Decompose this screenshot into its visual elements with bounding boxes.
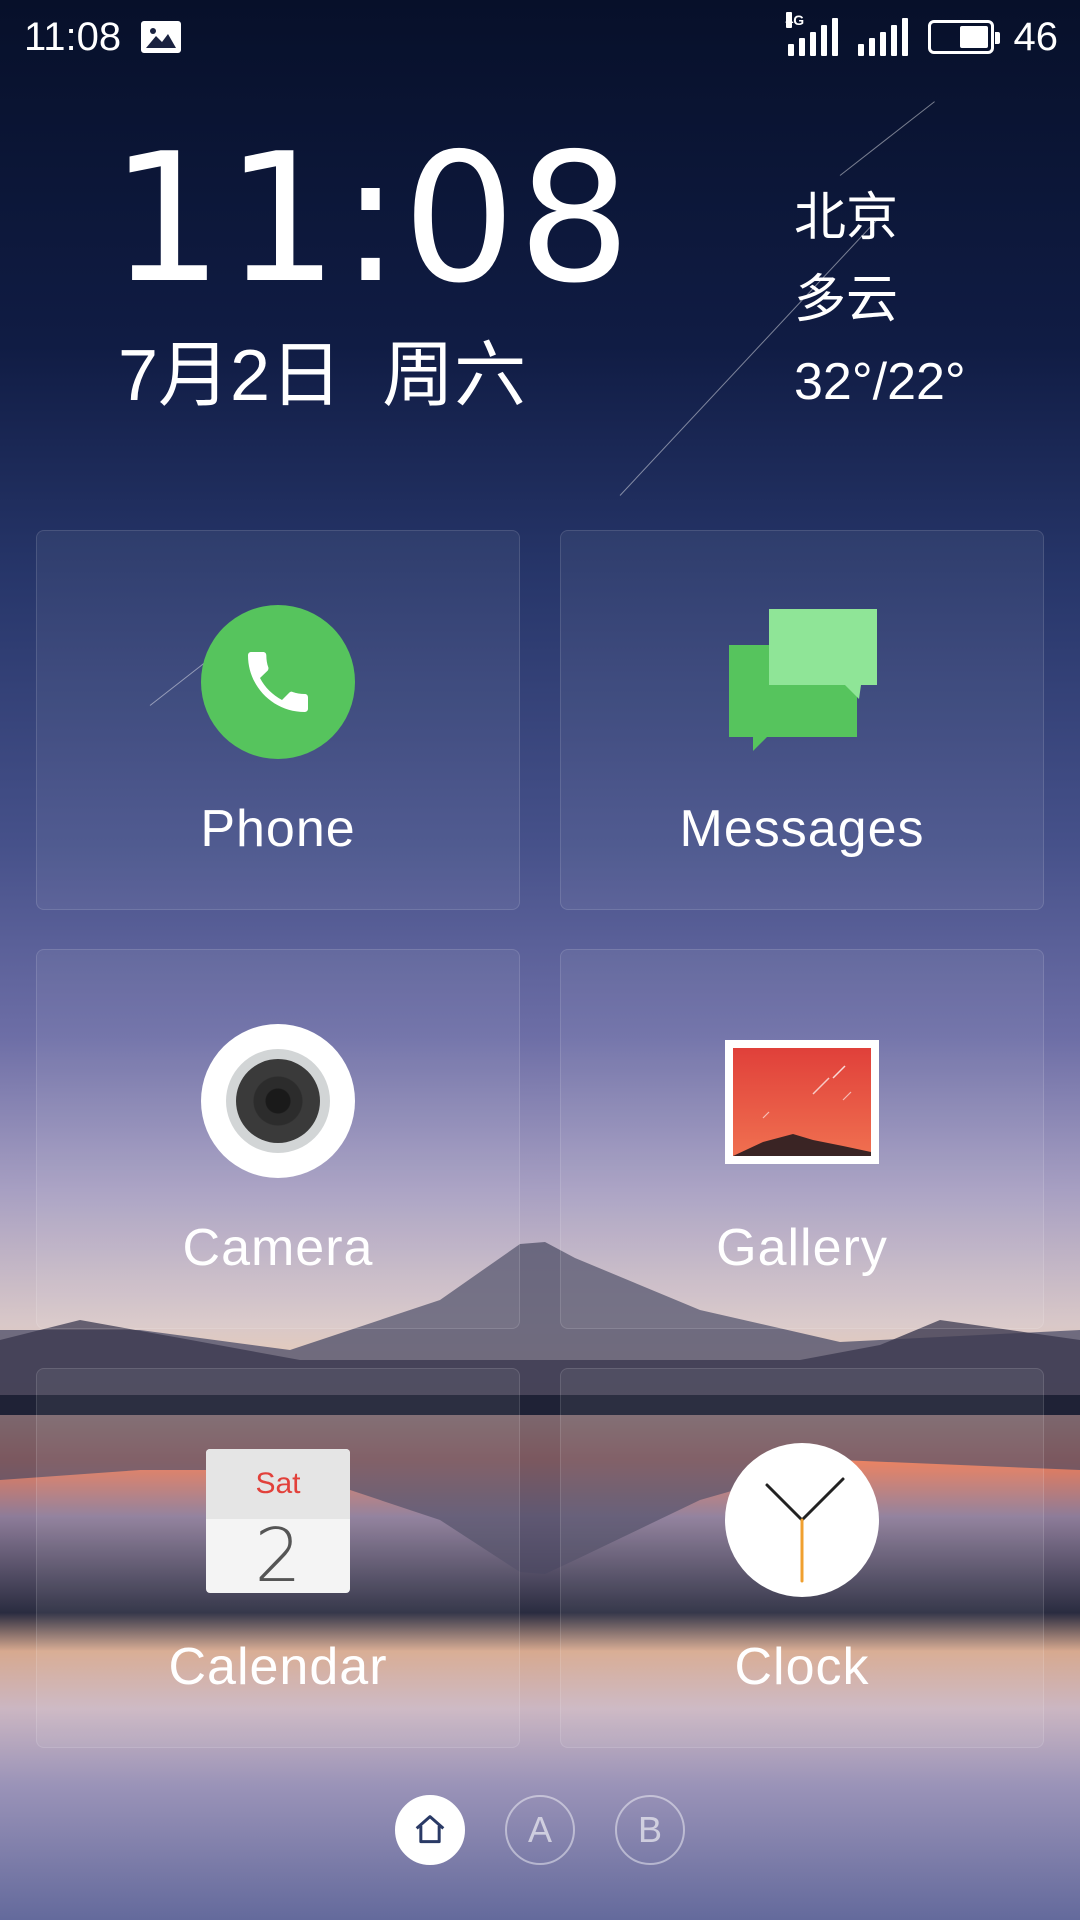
- app-label-phone: Phone: [200, 800, 356, 858]
- app-label-messages: Messages: [679, 800, 925, 858]
- page-home-button[interactable]: [395, 1795, 465, 1865]
- weather-condition: 多云: [794, 271, 899, 329]
- widget-time[interactable]: 11:08: [110, 130, 633, 308]
- page-indicator: A B: [0, 1795, 1080, 1865]
- app-tile-messages[interactable]: Messages: [560, 530, 1044, 910]
- app-tile-clock[interactable]: Clock: [560, 1368, 1044, 1748]
- weather-widget[interactable]: 北京 多云 32°/22°: [794, 188, 966, 412]
- page-a-button[interactable]: A: [505, 1795, 575, 1865]
- clock-icon: [725, 1443, 879, 1597]
- messages-icon: [725, 605, 879, 759]
- app-tile-gallery[interactable]: Gallery: [560, 949, 1044, 1329]
- calendar-icon: Sat 2: [206, 1449, 350, 1593]
- app-label-calendar: Calendar: [168, 1638, 388, 1696]
- home-icon: [415, 1815, 445, 1844]
- widget-date[interactable]: 7月2日 周六: [118, 340, 526, 412]
- camera-icon: [201, 1024, 355, 1178]
- app-tile-phone[interactable]: Phone: [36, 530, 520, 910]
- app-label-clock: Clock: [734, 1638, 870, 1696]
- app-label-camera: Camera: [182, 1219, 374, 1277]
- image-notification-icon: [141, 21, 182, 53]
- gallery-icon: [725, 1040, 879, 1164]
- calendar-weekday: Sat: [206, 1449, 350, 1519]
- status-bar: 11:08 4G 46: [0, 0, 1080, 74]
- calendar-day: 2: [254, 1513, 302, 1593]
- page-b-button[interactable]: B: [615, 1795, 685, 1865]
- weather-city: 北京: [794, 189, 899, 247]
- phone-icon: [201, 605, 355, 759]
- status-time: 11:08: [24, 14, 122, 59]
- signal-icon: [857, 18, 908, 56]
- battery-level: 46: [1013, 14, 1059, 59]
- battery-icon: [927, 20, 1000, 54]
- weather-temperature: 32°/22°: [794, 353, 966, 411]
- app-label-gallery: Gallery: [716, 1219, 888, 1277]
- signal-4g-icon: 4G: [785, 12, 838, 56]
- app-tile-calendar[interactable]: Sat 2 Calendar: [36, 1368, 520, 1748]
- network-type-label: 4G: [785, 12, 805, 28]
- app-tile-camera[interactable]: Camera: [36, 949, 520, 1329]
